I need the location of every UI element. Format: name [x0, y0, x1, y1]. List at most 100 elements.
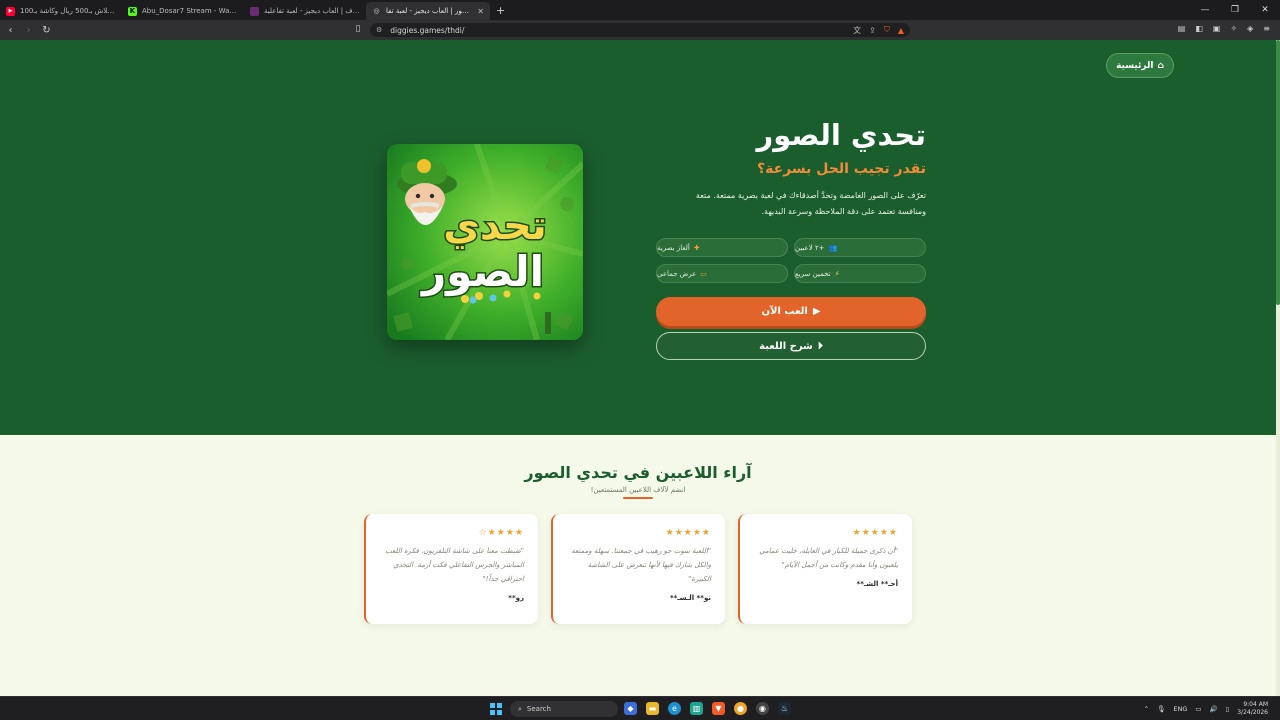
- feature-label: ألغاز بصرية: [657, 243, 690, 252]
- back-button[interactable]: ‹: [3, 25, 18, 36]
- browser-tab-bar: ▶ فالكونز في كلاش بـ500 ريال وكاشة بـ100…: [0, 0, 1280, 20]
- star-rating: ★★★★☆: [478, 528, 524, 538]
- windows-taskbar: ⌕ Search ◆ ▬ e ▥ ▼ ● ◉ ♨ ⌃ 🎙 ENG ▭ 🔊 ▯ 9…: [0, 696, 1280, 720]
- review-author: رو**: [508, 594, 524, 602]
- sidebar-icon[interactable]: ◧: [1195, 24, 1203, 33]
- battery-icon[interactable]: ▯: [1226, 705, 1230, 713]
- review-card: ★★★★★ "اللعبة سوت جو رهيب في جمعتنا. سهل…: [551, 514, 725, 624]
- clock-date: 3/24/2026: [1237, 709, 1268, 716]
- review-author: أحـ** الشـ**: [856, 580, 898, 588]
- language-indicator[interactable]: ENG: [1173, 705, 1187, 713]
- globe-icon: ◎: [373, 7, 380, 15]
- reviews-title: آراء اللاعبين في تحدي الصور: [524, 463, 752, 482]
- review-card: ★★★★★ "أن ذكرى جميلة للكبار في العايلة، …: [738, 514, 912, 624]
- window-controls: — ❐ ✕: [1190, 0, 1280, 20]
- reviews-subtitle: انضم لآلاف اللاعبين المستمتعين!: [590, 486, 686, 494]
- steam-icon[interactable]: ♨: [778, 702, 791, 715]
- review-author: نو** الـسـ**: [669, 594, 711, 602]
- feature-badge-players: 👥 +٢ لاعبين: [794, 238, 926, 257]
- bolt-icon: ⚡: [834, 269, 840, 278]
- review-quote: "اللعبة سوت جو رهيب في جمعتنا. سهلة وممت…: [571, 547, 711, 583]
- wifi-icon[interactable]: ▭: [1195, 705, 1201, 713]
- taskbar-search[interactable]: ⌕ Search: [510, 701, 618, 717]
- review-quote: "ضبطت معنا على شاشة التلفزيون، فكرة اللع…: [385, 547, 524, 583]
- browser-toolbar: ‹ › ↻ ▯ ⚙ diggies.games/thdi/ 文 ⇪ ⛉ ▲ ▤ …: [0, 20, 1280, 40]
- tab-label: تحدي الصور | العاب ديجيز - لعبة تفا: [386, 7, 473, 15]
- microphone-icon[interactable]: 🎙: [1157, 705, 1165, 713]
- home-icon: ⌂: [1157, 60, 1164, 71]
- howto-label: شرح اللعبة: [759, 340, 813, 352]
- obs-icon[interactable]: ◉: [756, 702, 769, 715]
- edge-icon[interactable]: e: [668, 702, 681, 715]
- browser-tab-3[interactable]: لعبة حروف | العاب ديجيز - لعبة تفاعلية: [244, 2, 366, 20]
- chevron-up-icon[interactable]: ⌃: [1144, 705, 1149, 713]
- menu-icon[interactable]: ≡: [1263, 24, 1270, 33]
- tab-label: فالكونز في كلاش بـ500 ريال وكاشة بـ100: [20, 7, 116, 15]
- review-card: ★★★★☆ "ضبطت معنا على شاشة التلفزيون، فكر…: [364, 514, 538, 624]
- page-subtitle: تقدر تجيب الحل بسرعة؟: [756, 161, 926, 177]
- scrollbar-thumb[interactable]: [1276, 40, 1280, 305]
- discord-icon[interactable]: ●: [734, 702, 747, 715]
- play-icon: ▶: [812, 306, 821, 317]
- new-tab-button[interactable]: +: [496, 4, 505, 17]
- browser-tab-2[interactable]: K Abu_Dosar7 Stream - Watch Live on Kick: [122, 2, 244, 20]
- volume-icon[interactable]: 🔊: [1210, 705, 1218, 713]
- reader-mode-icon[interactable]: ▤: [1178, 24, 1186, 33]
- reload-button[interactable]: ↻: [39, 25, 54, 36]
- leo-ai-icon[interactable]: ✧: [1230, 24, 1237, 33]
- monitor-icon: ▭: [700, 269, 707, 278]
- brave-icon[interactable]: ▼: [712, 702, 725, 715]
- wallet-icon[interactable]: ▣: [1213, 24, 1221, 33]
- game-description: تعرّف على الصور الغامضة وتحدَّ أصدقاءك ف…: [695, 191, 926, 216]
- start-menu-icon[interactable]: [490, 703, 502, 715]
- game-cover-image: تحدي الصور: [387, 144, 583, 340]
- feature-badge-fast-guess: ⚡ تخمين سريع: [794, 264, 926, 283]
- hero-wave-divider: [0, 400, 1280, 419]
- address-bar[interactable]: ⚙ diggies.games/thdi/ 文 ⇪ ⛉ ▲: [370, 23, 910, 37]
- home-button[interactable]: ⌂ الرئيسية: [1106, 53, 1174, 78]
- url-text[interactable]: diggies.games/thdi/: [390, 26, 845, 35]
- play-circle-icon: ⏵: [817, 340, 823, 352]
- hero-section: [0, 40, 1280, 435]
- widgets-icon[interactable]: ◆: [624, 702, 637, 715]
- vpn-icon[interactable]: ◈: [1247, 24, 1253, 33]
- star-rating: ★★★★★: [665, 528, 711, 538]
- bookmark-icon[interactable]: ▯: [352, 24, 364, 36]
- translate-icon[interactable]: 文: [853, 25, 861, 36]
- art-title-line1: تحدي: [443, 203, 547, 249]
- browser-tab-active[interactable]: ◎ تحدي الصور | العاب ديجيز - لعبة تفا ✕: [366, 2, 490, 20]
- restore-button[interactable]: ❐: [1220, 0, 1250, 20]
- close-tab-icon[interactable]: ✕: [477, 7, 484, 16]
- feature-badge-group-display: ▭ عرض جماعي: [656, 264, 788, 283]
- reviews-underline: [623, 497, 653, 499]
- kick-icon: K: [128, 6, 137, 16]
- how-to-play-button[interactable]: ⏵ شرح اللعبة: [656, 332, 926, 360]
- close-window-button[interactable]: ✕: [1250, 0, 1280, 20]
- site-favicon-icon: [250, 6, 259, 16]
- art-title-line2: الصور: [420, 247, 544, 297]
- search-icon: ⌕: [518, 704, 522, 713]
- youtube-icon: ▶: [6, 6, 15, 16]
- app-icon[interactable]: ▥: [690, 702, 703, 715]
- feature-badge-puzzles: ✚ ألغاز بصرية: [656, 238, 788, 257]
- tab-label: لعبة حروف | العاب ديجيز - لعبة تفاعلية: [264, 7, 360, 15]
- home-label: الرئيسية: [1116, 60, 1154, 71]
- share-icon[interactable]: ⇪: [869, 26, 876, 35]
- browser-tab-1[interactable]: ▶ فالكونز في كلاش بـ500 ريال وكاشة بـ100: [0, 2, 122, 20]
- page-scrollbar[interactable]: [1276, 40, 1280, 696]
- feature-label: +٢ لاعبين: [795, 243, 825, 252]
- site-info-icon[interactable]: ⚙: [376, 26, 382, 34]
- play-now-button[interactable]: ▶ العب الآن: [656, 297, 926, 326]
- minimize-button[interactable]: —: [1190, 0, 1220, 20]
- clock[interactable]: 9:04 AM 3/24/2026: [1237, 701, 1268, 717]
- forward-button[interactable]: ›: [21, 25, 36, 36]
- star-rating: ★★★★★: [852, 528, 898, 538]
- brave-shields-icon[interactable]: ⛉: [884, 25, 890, 35]
- feature-label: تخمين سريع: [795, 269, 831, 278]
- brave-rewards-icon[interactable]: ▲: [898, 26, 904, 35]
- system-tray: ⌃ 🎙 ENG ▭ 🔊 ▯ 9:04 AM 3/24/2026: [1144, 697, 1268, 720]
- page-title: تحدي الصور: [756, 118, 927, 152]
- file-explorer-icon[interactable]: ▬: [646, 702, 659, 715]
- play-label: العب الآن: [761, 306, 808, 317]
- search-label: Search: [526, 705, 551, 713]
